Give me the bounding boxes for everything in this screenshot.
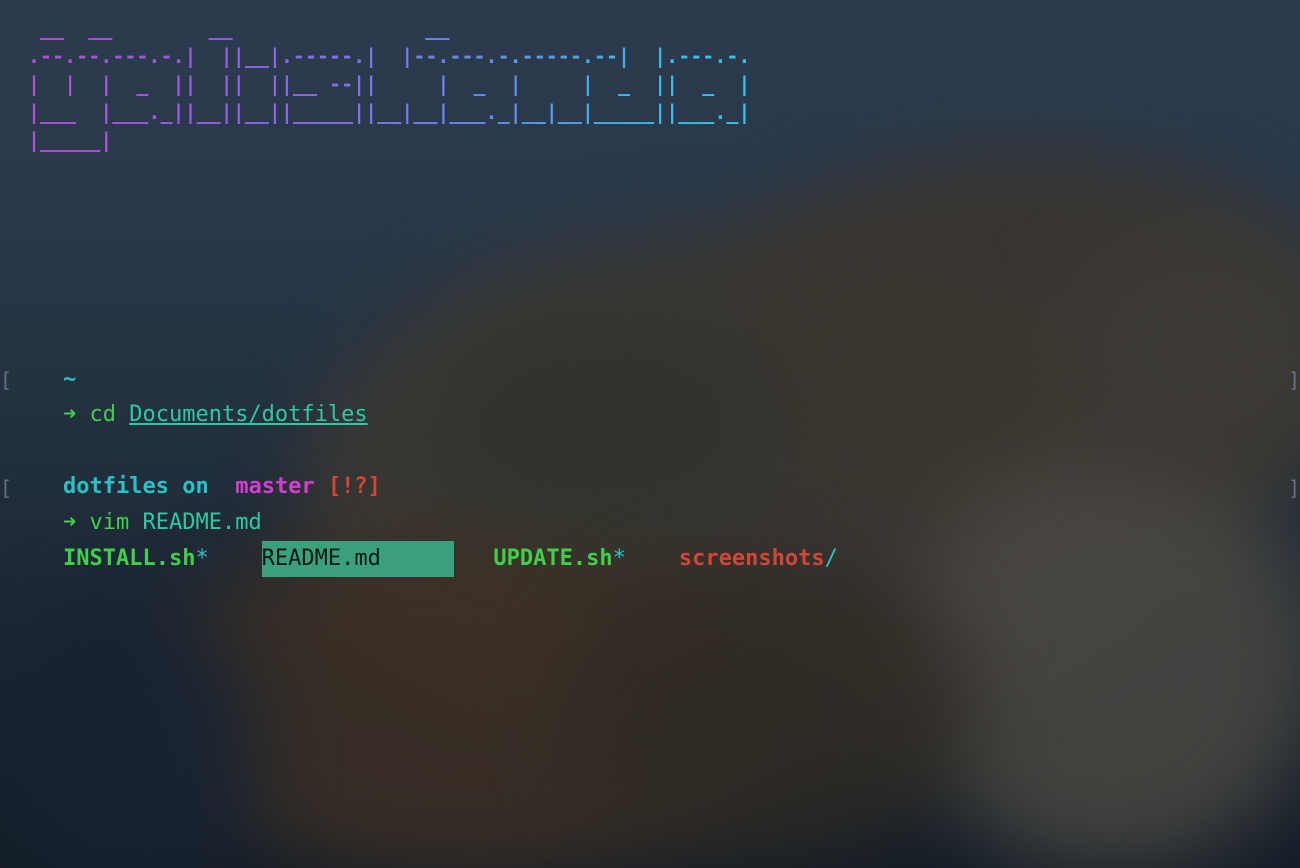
completion-item-screenshots[interactable]: screenshots/ (679, 546, 838, 571)
ascii-banner: __ __ __ __ .--.--.---.-.| ||__|.-----.|… (28, 16, 751, 152)
completion-list: INSTALL.sh* README.md UPDATE.sh* screens… (10, 505, 838, 613)
completion-item-install[interactable]: INSTALL.sh* (63, 546, 209, 571)
command-name: cd (89, 402, 116, 427)
prompt-right-bracket: ] (1288, 368, 1300, 392)
prompt-arrow-icon: ➜ (62, 402, 77, 427)
completion-item-readme-selected[interactable]: README.md (261, 541, 454, 577)
terminal-window[interactable]: __ __ __ __ .--.--.---.-.| ||__|.-----.|… (0, 0, 1300, 868)
git-status: [!?] (327, 474, 381, 499)
completion-item-update[interactable]: UPDATE.sh* (493, 546, 625, 571)
prompt-right-bracket: ] (1288, 476, 1300, 500)
path-link[interactable]: Documents/dotfiles (129, 402, 367, 427)
